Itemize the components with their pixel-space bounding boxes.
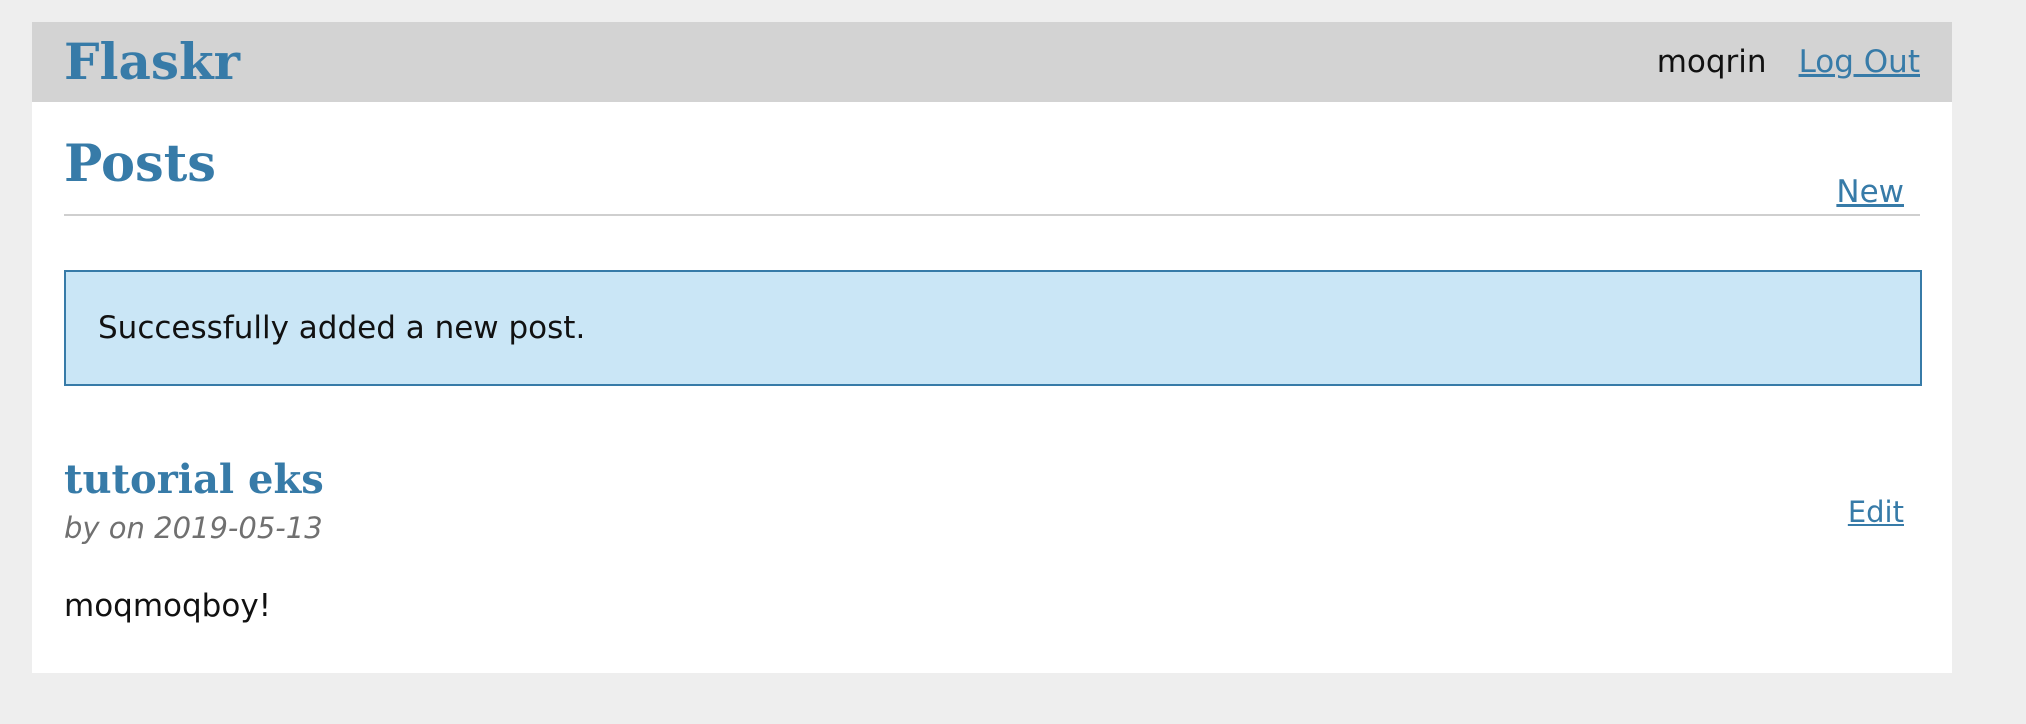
- new-post-link[interactable]: New: [1836, 172, 1904, 212]
- post-title: tutorial eks: [64, 456, 324, 503]
- edit-post-link[interactable]: Edit: [1848, 492, 1904, 532]
- logout-link[interactable]: Log Out: [1799, 42, 1920, 82]
- nav-user-area: moqrin Log Out: [1657, 42, 1920, 82]
- post-body: moqmoqboy!: [64, 588, 272, 624]
- app-container: Flaskr moqrin Log Out Posts New Successf…: [32, 22, 1952, 673]
- page-title: Posts: [64, 134, 216, 194]
- username-label: moqrin: [1656, 44, 1767, 80]
- page-header: Posts New: [64, 134, 1920, 216]
- post-meta: by on 2019-05-13: [64, 511, 323, 545]
- top-navigation: Flaskr moqrin Log Out: [32, 22, 1952, 102]
- brand-logo[interactable]: Flaskr: [64, 34, 240, 90]
- post-item: tutorial eks by on 2019-05-13 Edit moqmo…: [64, 452, 1920, 632]
- flash-message: Successfully added a new post.: [64, 270, 1922, 386]
- flash-message-text: Successfully added a new post.: [98, 310, 586, 346]
